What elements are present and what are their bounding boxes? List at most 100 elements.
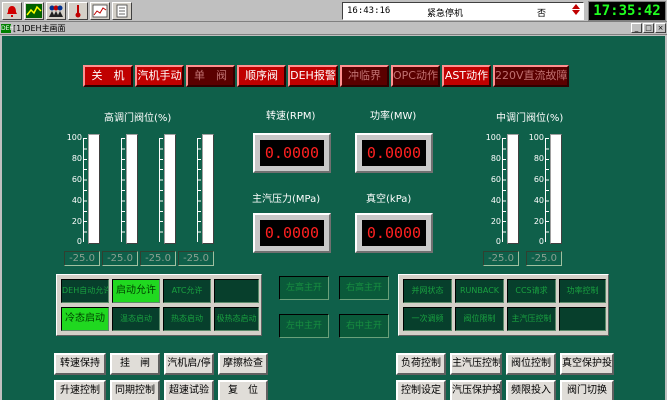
valve-right-hp-open: 右高主开 <box>339 276 389 300</box>
gauge-ticks <box>197 138 201 242</box>
gauge-scale: 100 80 60 40 20 0 <box>526 134 544 246</box>
power-label: 功率(MW) <box>370 111 417 122</box>
thermometer-icon[interactable] <box>68 2 88 20</box>
valve-switch-button[interactable]: 阀门切换 <box>560 380 614 400</box>
valve-control-button[interactable]: 阀位控制 <box>506 353 556 375</box>
graph-icon[interactable] <box>90 2 110 20</box>
startup-status-panel: DEH自动允许 启动允许 ATC允许 冷态启动 温态启动 热态启动 极热态启动 <box>56 274 262 336</box>
close-button[interactable]: × <box>655 23 666 33</box>
friction-check-button[interactable]: 摩擦检查 <box>218 353 268 375</box>
sync-control-button[interactable]: 同期控制 <box>110 380 160 400</box>
latch-button[interactable]: 挂 闸 <box>110 353 160 375</box>
gauge-tube <box>507 134 519 244</box>
scale-label: 100 <box>485 133 501 142</box>
notepad-icon[interactable] <box>112 2 132 20</box>
gauge-ticks <box>159 138 163 242</box>
speed-up-control-button[interactable]: 升速控制 <box>54 380 106 400</box>
alarm-bell-icon[interactable] <box>2 2 22 20</box>
gauge-scale: 100 80 60 40 20 0 <box>483 134 501 246</box>
status-blank-1[interactable] <box>214 279 259 303</box>
alarm-dc-fault[interactable]: 220V直流故障 <box>493 65 569 87</box>
alarm-opc[interactable]: OPC动作 <box>391 65 440 87</box>
window-title: [1]DEH主画面 <box>13 24 66 33</box>
gauge-ticks <box>83 138 87 242</box>
alarm-critical-speed[interactable]: 冲临界 <box>340 65 389 87</box>
scale-label: 80 <box>490 154 501 163</box>
gauge-value: -25.0 <box>178 251 214 266</box>
scale-label: 20 <box>533 217 544 226</box>
status-very-hot-start[interactable]: 极热态启动 <box>214 307 259 331</box>
vacuum-readout: 0.0000 <box>355 213 433 253</box>
gauge-scale: 100 80 60 40 20 0 <box>64 134 82 246</box>
gauge-value: -25.0 <box>102 251 138 266</box>
status-warm-start[interactable]: 温态启动 <box>112 307 160 331</box>
minimize-button[interactable]: _ <box>631 23 642 33</box>
speed-readout: 0.0000 <box>253 133 331 173</box>
status-runback[interactable]: RUNBACK <box>455 279 504 303</box>
status-cold-start[interactable]: 冷态启动 <box>61 307 109 331</box>
alarm-ast[interactable]: AST动作 <box>442 65 491 87</box>
alarm-turbine-manual[interactable]: 汽机手动 <box>135 65 184 87</box>
gauge-tube <box>202 134 214 244</box>
status-ccs-request[interactable]: CCS请求 <box>507 279 556 303</box>
gauge-tube <box>126 134 138 244</box>
scroll-up-icon[interactable] <box>572 4 580 9</box>
vacuum-protection-button[interactable]: 真空保护投入 <box>560 353 614 375</box>
gauge-scale <box>140 134 158 246</box>
valve-left-ip-open: 左中主开 <box>279 314 329 338</box>
gauge-value: -25.0 <box>64 251 100 266</box>
freq-limit-button[interactable]: 频限投入 <box>506 380 556 400</box>
maximize-button[interactable]: □ <box>643 23 654 33</box>
scale-label: 0 <box>76 237 82 246</box>
status-power-control[interactable]: 功率控制 <box>559 279 606 303</box>
gauge-tube <box>88 134 100 244</box>
status-grid-connected[interactable]: 并网状态 <box>403 279 452 303</box>
scale-label: 80 <box>71 154 82 163</box>
speed-label: 转速(RPM) <box>266 111 316 122</box>
trend-chart-icon[interactable] <box>24 2 44 20</box>
scale-label: 40 <box>71 196 82 205</box>
status-start-permit[interactable]: 启动允许 <box>112 279 160 303</box>
status-blank-2[interactable] <box>559 307 606 331</box>
window-controls: _ □ × <box>631 23 666 33</box>
vacuum-value: 0.0000 <box>362 220 426 246</box>
alarm-deh[interactable]: DEH报警 <box>288 65 338 87</box>
alarm-sequential-valve[interactable]: 顺序阀 <box>237 65 286 87</box>
control-setting-button[interactable]: 控制设定 <box>396 380 446 400</box>
valve-right-ip-open: 右中主开 <box>339 314 389 338</box>
reset-button[interactable]: 复 位 <box>218 380 268 400</box>
gauge-tube <box>550 134 562 244</box>
status-primary-freq[interactable]: 一次调频 <box>403 307 452 331</box>
status-steam-pressure-control[interactable]: 主汽压控制 <box>507 307 556 331</box>
gauge-value: -25.0 <box>483 251 519 266</box>
steam-pressure-label: 主汽压力(MPa) <box>252 194 321 205</box>
toolbar-icons <box>2 2 132 20</box>
main-steam-control-button[interactable]: 主汽压控制 <box>450 353 502 375</box>
gauge-tube <box>164 134 176 244</box>
alarm-single-valve[interactable]: 单 阀 <box>186 65 235 87</box>
hv-section-title: 高调门阀位(%) <box>104 113 172 124</box>
scale-label: 80 <box>533 154 544 163</box>
users-icon[interactable] <box>46 2 66 20</box>
speed-hold-button[interactable]: 转速保持 <box>54 353 106 375</box>
gauge-ticks <box>545 138 549 242</box>
main-panel: 关 机 汽机手动 单 阀 顺序阀 DEH报警 冲临界 OPC动作 AST动作 2… <box>2 36 665 400</box>
alarm-shutdown[interactable]: 关 机 <box>83 65 133 87</box>
gauge-ticks <box>502 138 506 242</box>
turbine-start-stop-button[interactable]: 汽机启/停 <box>164 353 214 375</box>
mv-section-title: 中调门阀位(%) <box>496 113 564 124</box>
status-deh-auto[interactable]: DEH自动允许 <box>61 279 109 303</box>
status-atc-permit[interactable]: ATC允许 <box>163 279 211 303</box>
event-scroll-arrows[interactable] <box>570 3 582 19</box>
pressure-protection-button[interactable]: 汽压保护投入 <box>450 380 502 400</box>
gauge-value: -25.0 <box>140 251 176 266</box>
scroll-down-icon[interactable] <box>572 10 580 15</box>
status-valve-limit[interactable]: 阀位限制 <box>455 307 504 331</box>
status-hot-start[interactable]: 热态启动 <box>163 307 211 331</box>
scale-label: 0 <box>495 237 501 246</box>
scale-label: 100 <box>528 133 544 142</box>
event-status-strip: 16:43:16 紧急停机 否 <box>342 2 584 20</box>
scale-label: 0 <box>538 237 544 246</box>
overspeed-test-button[interactable]: 超速试验 <box>164 380 214 400</box>
load-control-button[interactable]: 负荷控制 <box>396 353 446 375</box>
